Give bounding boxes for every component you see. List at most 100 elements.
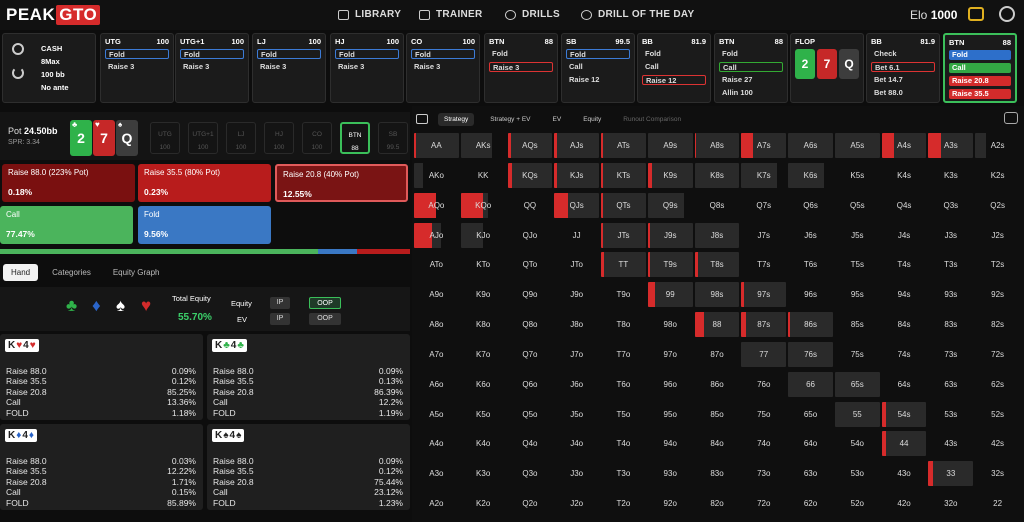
hand-cell-82o[interactable]: 82o — [695, 491, 740, 516]
hand-cell-a9s[interactable]: A9s — [647, 133, 693, 158]
tab-categories[interactable]: Categories — [44, 264, 99, 281]
card-option[interactable]: Fold — [257, 49, 321, 59]
card-option[interactable]: Call — [949, 63, 1011, 73]
hand-cell-q8o[interactable]: Q8o — [508, 312, 553, 337]
card-option[interactable]: Fold — [719, 49, 783, 59]
hand-cell-63s[interactable]: 63s — [928, 372, 973, 397]
hand-cell-96s[interactable]: 96s — [788, 282, 833, 307]
action-card-btn-5[interactable]: BTN 88 Fold Raise 3 — [484, 33, 558, 103]
hand-cell-84s[interactable]: 84s — [882, 312, 927, 337]
hand-cell-62o[interactable]: 62o — [788, 491, 833, 516]
hand-cell-ako[interactable]: AKo — [414, 162, 459, 188]
hand-cell-a8s[interactable]: A8s — [694, 133, 740, 158]
action-frequency-box[interactable]: Fold 9.56% — [138, 206, 271, 244]
hand-cell-jj[interactable]: JJ — [554, 223, 599, 248]
hand-cell-q7s[interactable]: Q7s — [741, 193, 786, 218]
hand-cell-64s[interactable]: 64s — [882, 372, 927, 397]
seat-co[interactable]: CO 100 — [302, 122, 332, 154]
hand-cell-ato[interactable]: ATo — [414, 252, 459, 277]
hand-cell-q6o[interactable]: Q6o — [508, 372, 553, 397]
hand-cell-k2o[interactable]: K2o — [461, 491, 506, 516]
hand-cell-62s[interactable]: 62s — [975, 372, 1020, 397]
hand-cell-a4s[interactable]: A4s — [881, 133, 927, 158]
hand-cell-k9o[interactable]: K9o — [461, 282, 506, 307]
hand-cell-j9o[interactable]: J9o — [554, 282, 599, 307]
hand-cell-q9o[interactable]: Q9o — [508, 282, 553, 307]
tab-runout-comparison[interactable]: Runout Comparison — [617, 113, 687, 126]
combo-card[interactable]: K ♥ 4 ♥ Raise 88.0 0.09% Raise 35.5 0.12% Raise … — [0, 334, 203, 420]
hand-cell-j4o[interactable]: J4o — [554, 431, 599, 456]
card-option[interactable]: Call — [566, 62, 630, 72]
hand-cell-a2s[interactable]: A2s — [975, 133, 1020, 158]
seat-sb[interactable]: SB 99.5 — [378, 122, 408, 154]
tab-ev[interactable]: EV — [547, 113, 568, 126]
hand-cell-j7o[interactable]: J7o — [554, 342, 599, 367]
hand-cell-a9o[interactable]: A9o — [414, 282, 459, 307]
hand-cell-j3s[interactable]: J3s — [928, 223, 973, 248]
hand-cell-83s[interactable]: 83s — [928, 312, 973, 337]
hand-cell-q5s[interactable]: Q5s — [835, 193, 880, 218]
action-card-sb-6[interactable]: SB 99.5 Fold Call Raise 12 — [561, 33, 635, 103]
hand-cell-k2s[interactable]: K2s — [975, 163, 1020, 188]
hand-cell-j6o[interactable]: J6o — [554, 372, 599, 397]
heart-suit-icon[interactable]: ♥ — [141, 296, 151, 316]
hand-cell-97o[interactable]: 97o — [648, 342, 693, 367]
card-option[interactable]: Raise 3 — [180, 62, 244, 72]
hand-cell-32s[interactable]: 32s — [975, 461, 1020, 486]
hand-cell-qto[interactable]: QTo — [508, 252, 553, 277]
hand-cell-t8o[interactable]: T8o — [601, 312, 646, 337]
nav-library[interactable]: LIBRARY — [338, 9, 401, 20]
action-card-utg-0[interactable]: UTG 100 Fold Raise 3 — [100, 33, 174, 103]
hand-cell-92s[interactable]: 92s — [975, 282, 1020, 307]
hand-cell-92o[interactable]: 92o — [648, 491, 693, 516]
card-option[interactable]: Raise 12 — [642, 75, 706, 85]
hand-cell-53o[interactable]: 53o — [835, 461, 880, 486]
hand-cell-j5s[interactable]: J5s — [835, 223, 880, 248]
chat-icon[interactable] — [968, 7, 984, 21]
ev-ip-toggle[interactable]: IP — [270, 313, 290, 325]
hand-cell-k4o[interactable]: K4o — [461, 431, 506, 456]
hand-cell-73o[interactable]: 73o — [741, 461, 786, 486]
club-suit-icon[interactable]: ♣ — [66, 296, 77, 316]
hand-cell-a3o[interactable]: A3o — [414, 461, 459, 486]
hand-cell-98o[interactable]: 98o — [648, 312, 693, 337]
hand-cell-86o[interactable]: 86o — [695, 372, 740, 397]
hand-cell-j4s[interactable]: J4s — [882, 223, 927, 248]
hand-cell-54o[interactable]: 54o — [835, 431, 880, 456]
hand-cell-95s[interactable]: 95s — [835, 282, 880, 307]
hand-cell-jts[interactable]: JTs — [601, 222, 646, 248]
hand-cell-65s[interactable]: 65s — [834, 371, 880, 397]
hand-cell-q3s[interactable]: Q3s — [928, 193, 973, 218]
hand-cell-77[interactable]: 77 — [741, 341, 787, 367]
hand-cell-a6o[interactable]: A6o — [414, 372, 459, 397]
hand-cell-q6s[interactable]: Q6s — [788, 193, 833, 218]
hand-cell-t4s[interactable]: T4s — [882, 252, 927, 277]
hand-cell-qjo[interactable]: QJo — [508, 223, 553, 248]
hand-cell-jto[interactable]: JTo — [554, 252, 599, 277]
hand-cell-t2o[interactable]: T2o — [601, 491, 646, 516]
hand-cell-55[interactable]: 55 — [834, 401, 880, 427]
card-option[interactable]: Raise 3 — [411, 62, 475, 72]
card-option[interactable]: Fold — [949, 50, 1011, 60]
card-option[interactable]: Raise 3 — [489, 62, 553, 72]
combo-card[interactable]: K ♣ 4 ♣ Raise 88.0 0.09% Raise 35.5 0.13% Raise … — [207, 334, 410, 420]
hand-cell-k4s[interactable]: K4s — [882, 163, 927, 188]
hand-cell-83o[interactable]: 83o — [695, 461, 740, 486]
hand-cell-43s[interactable]: 43s — [928, 431, 973, 456]
user-icon[interactable] — [999, 6, 1015, 22]
hand-cell-86s[interactable]: 86s — [788, 312, 833, 338]
hand-cell-q8s[interactable]: Q8s — [695, 193, 740, 218]
gear-icon[interactable] — [12, 43, 24, 55]
hand-cell-j2o[interactable]: J2o — [554, 491, 599, 516]
equity-oop-toggle[interactable]: OOP — [309, 297, 341, 309]
tab-strategy-ev[interactable]: Strategy + EV — [484, 113, 536, 126]
hand-cell-44[interactable]: 44 — [881, 431, 927, 457]
hand-cell-t3s[interactable]: T3s — [928, 252, 973, 277]
hand-cell-qts[interactable]: QTs — [601, 192, 646, 218]
hand-cell-k5s[interactable]: K5s — [835, 163, 880, 188]
action-card-btn-8[interactable]: BTN 88 Fold Call Raise 27 Allin 100 — [714, 33, 788, 103]
hand-cell-q2s[interactable]: Q2s — [975, 193, 1020, 218]
card-option[interactable]: Fold — [642, 49, 706, 59]
hand-cell-99[interactable]: 99 — [647, 282, 693, 308]
hand-cell-85o[interactable]: 85o — [695, 402, 740, 427]
